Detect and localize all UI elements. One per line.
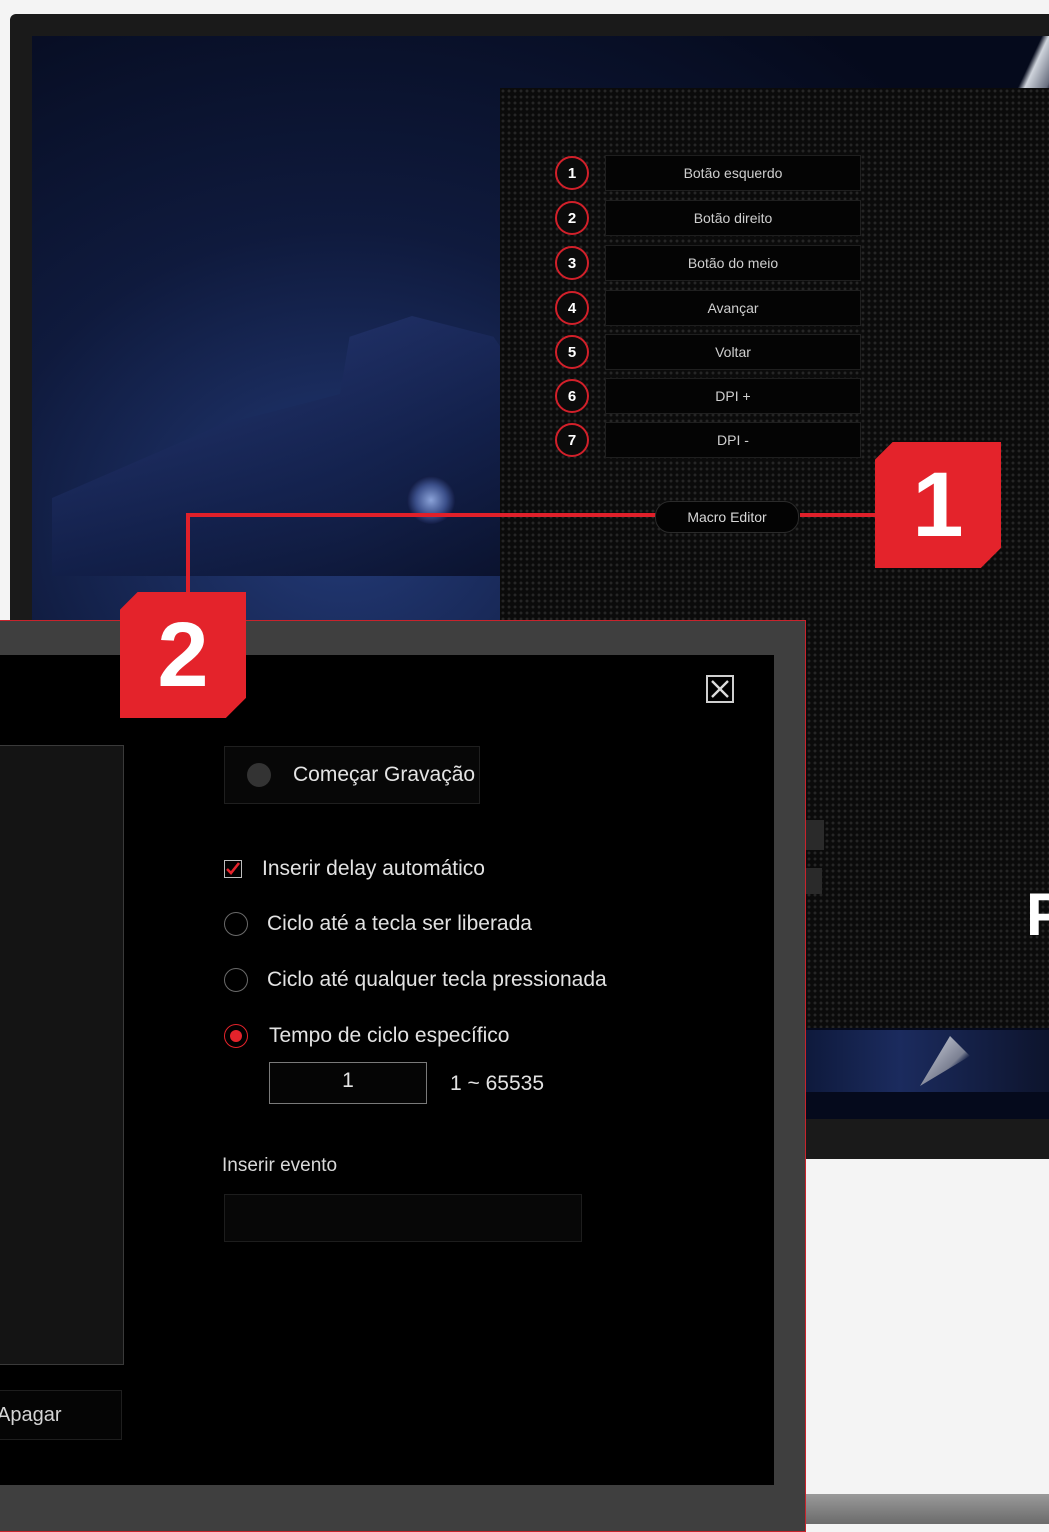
callout-badge-2: 2 xyxy=(120,592,246,718)
callout-connector-line xyxy=(186,513,190,595)
mouse-artwork xyxy=(52,316,532,576)
auto-delay-checkbox[interactable] xyxy=(224,860,242,878)
number-badge: 2 xyxy=(555,201,589,235)
insert-event-field[interactable] xyxy=(224,1194,582,1242)
loop-option-label: Ciclo até qualquer tecla pressionada xyxy=(267,968,607,991)
button-row-4: 4 Avançar xyxy=(555,290,861,326)
auto-delay-label: Inserir delay automático xyxy=(262,857,485,880)
close-icon xyxy=(711,680,729,698)
callout-connector-line xyxy=(186,513,656,517)
button-assign-forward[interactable]: Avançar xyxy=(605,290,861,326)
loop-option-label: Ciclo até a tecla ser liberada xyxy=(267,912,532,935)
button-assign-back[interactable]: Voltar xyxy=(605,334,861,370)
cropped-heading-letter: P xyxy=(1026,881,1049,948)
number-badge: 4 xyxy=(555,291,589,325)
number-badge: 6 xyxy=(555,379,589,413)
light-shard xyxy=(920,1036,970,1086)
button-row-1: 1 Botão esquerdo xyxy=(555,155,861,191)
record-icon xyxy=(247,763,271,787)
button-row-2: 2 Botão direito xyxy=(555,200,861,236)
button-assign-dpi-up[interactable]: DPI + xyxy=(605,378,861,414)
button-assign-left[interactable]: Botão esquerdo xyxy=(605,155,861,191)
macro-event-list[interactable] xyxy=(0,745,124,1365)
loop-option-release[interactable]: Ciclo até a tecla ser liberada xyxy=(224,912,532,936)
delete-button[interactable]: Apagar xyxy=(0,1390,122,1440)
loop-option-any-key[interactable]: Ciclo até qualquer tecla pressionada xyxy=(224,968,607,992)
macro-editor-button[interactable]: Macro Editor xyxy=(655,501,799,533)
loop-option-label: Tempo de ciclo específico xyxy=(269,1024,510,1047)
button-assign-middle[interactable]: Botão do meio xyxy=(605,245,861,281)
screen-bottom-artwork xyxy=(780,1030,1049,1092)
checkmark-icon xyxy=(226,862,241,875)
button-assign-dpi-down[interactable]: DPI - xyxy=(605,422,861,458)
loop-any-key-radio[interactable] xyxy=(224,968,248,992)
record-label: Começar Gravação xyxy=(293,763,476,786)
button-row-3: 3 Botão do meio xyxy=(555,245,861,281)
close-button[interactable] xyxy=(706,675,734,703)
loop-release-radio[interactable] xyxy=(224,912,248,936)
button-row-7: 7 DPI - xyxy=(555,422,861,458)
auto-delay-option[interactable]: Inserir delay automático xyxy=(224,857,485,881)
cycle-range-label: 1 ~ 65535 xyxy=(450,1072,545,1095)
delete-label: Apagar xyxy=(0,1403,62,1426)
number-badge: 1 xyxy=(555,156,589,190)
loop-option-specific[interactable]: Tempo de ciclo específico xyxy=(224,1024,509,1048)
start-recording-button[interactable]: Começar Gravação xyxy=(224,746,480,804)
number-badge: 7 xyxy=(555,423,589,457)
button-row-5: 5 Voltar xyxy=(555,334,861,370)
callout-connector-line xyxy=(800,513,878,517)
button-assign-right[interactable]: Botão direito xyxy=(605,200,861,236)
callout-badge-1: 1 xyxy=(875,442,1001,568)
cycle-count-input[interactable]: 1 xyxy=(269,1062,427,1104)
number-badge: 5 xyxy=(555,335,589,369)
loop-specific-radio[interactable] xyxy=(224,1024,248,1048)
insert-event-label: Inserir evento xyxy=(222,1155,338,1176)
button-row-6: 6 DPI + xyxy=(555,378,861,414)
number-badge: 3 xyxy=(555,246,589,280)
